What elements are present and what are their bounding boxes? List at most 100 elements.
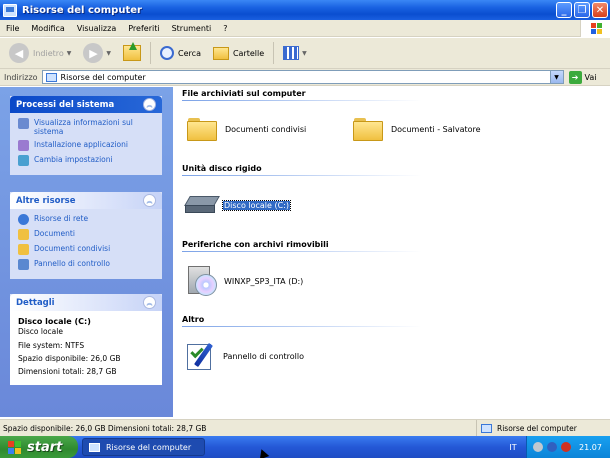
windows-flag-icon xyxy=(8,440,22,454)
windows-logo-icon xyxy=(580,20,610,37)
clock[interactable]: 21.07 xyxy=(579,443,602,452)
collapse-icon[interactable]: ︽ xyxy=(143,98,156,111)
back-button[interactable]: ◀ Indietro ▼ xyxy=(6,40,74,66)
status-disk-space: Spazio disponibile: 26,0 GB Dimensioni t… xyxy=(3,423,207,433)
back-arrow-icon: ◀ xyxy=(9,43,29,63)
start-button[interactable]: start xyxy=(0,436,78,458)
menu-modifica[interactable]: Modifica xyxy=(25,24,70,33)
install-apps-icon xyxy=(18,140,29,151)
details-header[interactable]: Dettagli ︽ xyxy=(10,294,162,311)
up-folder-button[interactable] xyxy=(120,40,144,66)
group-stored-files: File archiviati sul computer xyxy=(182,89,306,98)
control-panel-icon xyxy=(185,340,217,372)
details-panel: Dettagli ︽ Disco locale (C:) Disco local… xyxy=(10,294,162,385)
address-input[interactable]: Risorse del computer ▼ xyxy=(41,70,564,84)
place-control-panel[interactable]: Pannello di controllo xyxy=(18,259,154,270)
search-label: Cerca xyxy=(178,48,201,58)
back-label: Indietro xyxy=(33,48,64,58)
address-label: Indirizzo xyxy=(4,72,38,82)
address-value: Risorse del computer xyxy=(60,72,146,82)
details-filesystem: File system: NTFS xyxy=(18,341,85,350)
folder-icon xyxy=(187,117,217,141)
place-shared-documents[interactable]: Documenti condivisi xyxy=(18,244,154,255)
place-network[interactable]: Risorse di rete xyxy=(18,214,154,225)
collapse-icon[interactable]: ︽ xyxy=(143,194,156,207)
item-salvatore-documents[interactable]: Documenti - Salvatore xyxy=(353,117,481,141)
status-bar: Spazio disponibile: 26,0 GB Dimensioni t… xyxy=(0,419,610,436)
group-removable-storage: Periferiche con archivi rimovibili xyxy=(182,240,329,249)
my-computer-icon xyxy=(45,72,57,82)
status-location: Risorse del computer xyxy=(476,420,610,436)
forward-arrow-icon: ▶ xyxy=(83,43,104,63)
task-change-settings[interactable]: Cambia impostazioni xyxy=(18,155,154,166)
shared-folder-icon xyxy=(18,244,29,255)
place-documents[interactable]: Documenti xyxy=(18,229,154,240)
minimize-button[interactable]: _ xyxy=(556,2,572,18)
my-computer-icon xyxy=(89,442,100,452)
task-view-system-info[interactable]: Visualizza informazioni sul sistema xyxy=(18,118,154,136)
views-dropdown-icon: ▼ xyxy=(302,49,307,57)
item-local-disk-c[interactable]: Disco locale (C:) xyxy=(184,196,292,214)
close-button[interactable]: ✕ xyxy=(592,2,608,18)
details-free-space: Spazio disponibile: 26,0 GB xyxy=(18,354,121,363)
up-folder-icon xyxy=(123,42,142,61)
menu-bar: File Modifica Visualizza Preferiti Strum… xyxy=(0,20,610,37)
views-button[interactable]: ▼ xyxy=(280,40,310,66)
go-button[interactable]: ➔ Vai xyxy=(568,70,597,84)
system-tasks-panel: Processi del sistema ︽ Visualizza inform… xyxy=(10,96,162,175)
hard-disk-icon xyxy=(184,196,220,214)
item-shared-documents[interactable]: Documenti condivisi xyxy=(187,117,306,141)
forward-button[interactable]: ▶ ▼ xyxy=(80,40,114,66)
my-computer-icon xyxy=(3,3,17,17)
forward-dropdown-icon[interactable]: ▼ xyxy=(106,50,111,57)
tray-shield-icon[interactable] xyxy=(561,442,571,452)
window-title: Risorse del computer xyxy=(22,4,142,16)
my-computer-icon xyxy=(481,423,492,433)
taskbar-window-button[interactable]: Risorse del computer xyxy=(82,438,205,456)
task-add-remove-programs[interactable]: Installazione applicazioni xyxy=(18,140,154,151)
menu-preferiti[interactable]: Preferiti xyxy=(122,24,165,33)
control-panel-icon xyxy=(18,259,29,270)
details-type: Disco locale xyxy=(18,327,63,336)
title-bar[interactable]: Risorse del computer _ ❐ ✕ xyxy=(0,0,610,20)
network-icon xyxy=(18,214,29,225)
go-arrow-icon: ➔ xyxy=(568,70,582,84)
folders-button[interactable]: Cartelle xyxy=(210,40,267,66)
views-icon xyxy=(283,46,300,60)
maximize-button[interactable]: ❐ xyxy=(574,2,590,18)
search-button[interactable]: Cerca xyxy=(157,40,204,66)
folders-label: Cartelle xyxy=(232,48,265,58)
address-dropdown-icon[interactable]: ▼ xyxy=(549,71,563,83)
documents-icon xyxy=(18,229,29,240)
system-tasks-header[interactable]: Processi del sistema ︽ xyxy=(10,96,162,113)
back-dropdown-icon[interactable]: ▼ xyxy=(67,50,72,57)
group-other: Altro xyxy=(182,315,205,324)
cd-drive-icon xyxy=(185,264,219,298)
menu-help[interactable]: ? xyxy=(217,24,233,33)
menu-visualizza[interactable]: Visualizza xyxy=(71,24,122,33)
other-places-panel: Altre risorse ︽ Risorse di rete Document… xyxy=(10,192,162,279)
item-control-panel[interactable]: Pannello di controllo xyxy=(185,340,304,372)
taskbar: start Risorse del computer IT 21.07 xyxy=(0,436,610,458)
search-icon xyxy=(160,46,175,60)
menu-strumenti[interactable]: Strumenti xyxy=(166,24,218,33)
tray-security-icon[interactable] xyxy=(547,442,557,452)
other-places-header[interactable]: Altre risorse ︽ xyxy=(10,192,162,209)
group-hard-drives: Unità disco rigido xyxy=(182,164,262,173)
system-tray: 21.07 xyxy=(526,436,610,458)
go-label: Vai xyxy=(584,72,597,82)
settings-icon xyxy=(18,155,29,166)
collapse-icon[interactable]: ︽ xyxy=(143,296,156,309)
file-view: File archiviati sul computer Documenti c… xyxy=(173,87,610,417)
task-pane: Processi del sistema ︽ Visualizza inform… xyxy=(0,87,173,417)
details-name: Disco locale (C:) xyxy=(18,317,91,326)
item-cd-drive-d[interactable]: WINXP_SP3_ITA (D:) xyxy=(185,264,303,298)
folder-icon xyxy=(353,117,383,141)
system-info-icon xyxy=(18,118,29,129)
language-indicator[interactable]: IT xyxy=(502,436,524,458)
menu-file[interactable]: File xyxy=(0,24,25,33)
address-bar: Indirizzo Risorse del computer ▼ ➔ Vai xyxy=(0,69,610,86)
tray-network-icon[interactable] xyxy=(533,442,543,452)
folders-icon xyxy=(212,46,229,60)
details-total-size: Dimensioni totali: 28,7 GB xyxy=(18,367,117,376)
